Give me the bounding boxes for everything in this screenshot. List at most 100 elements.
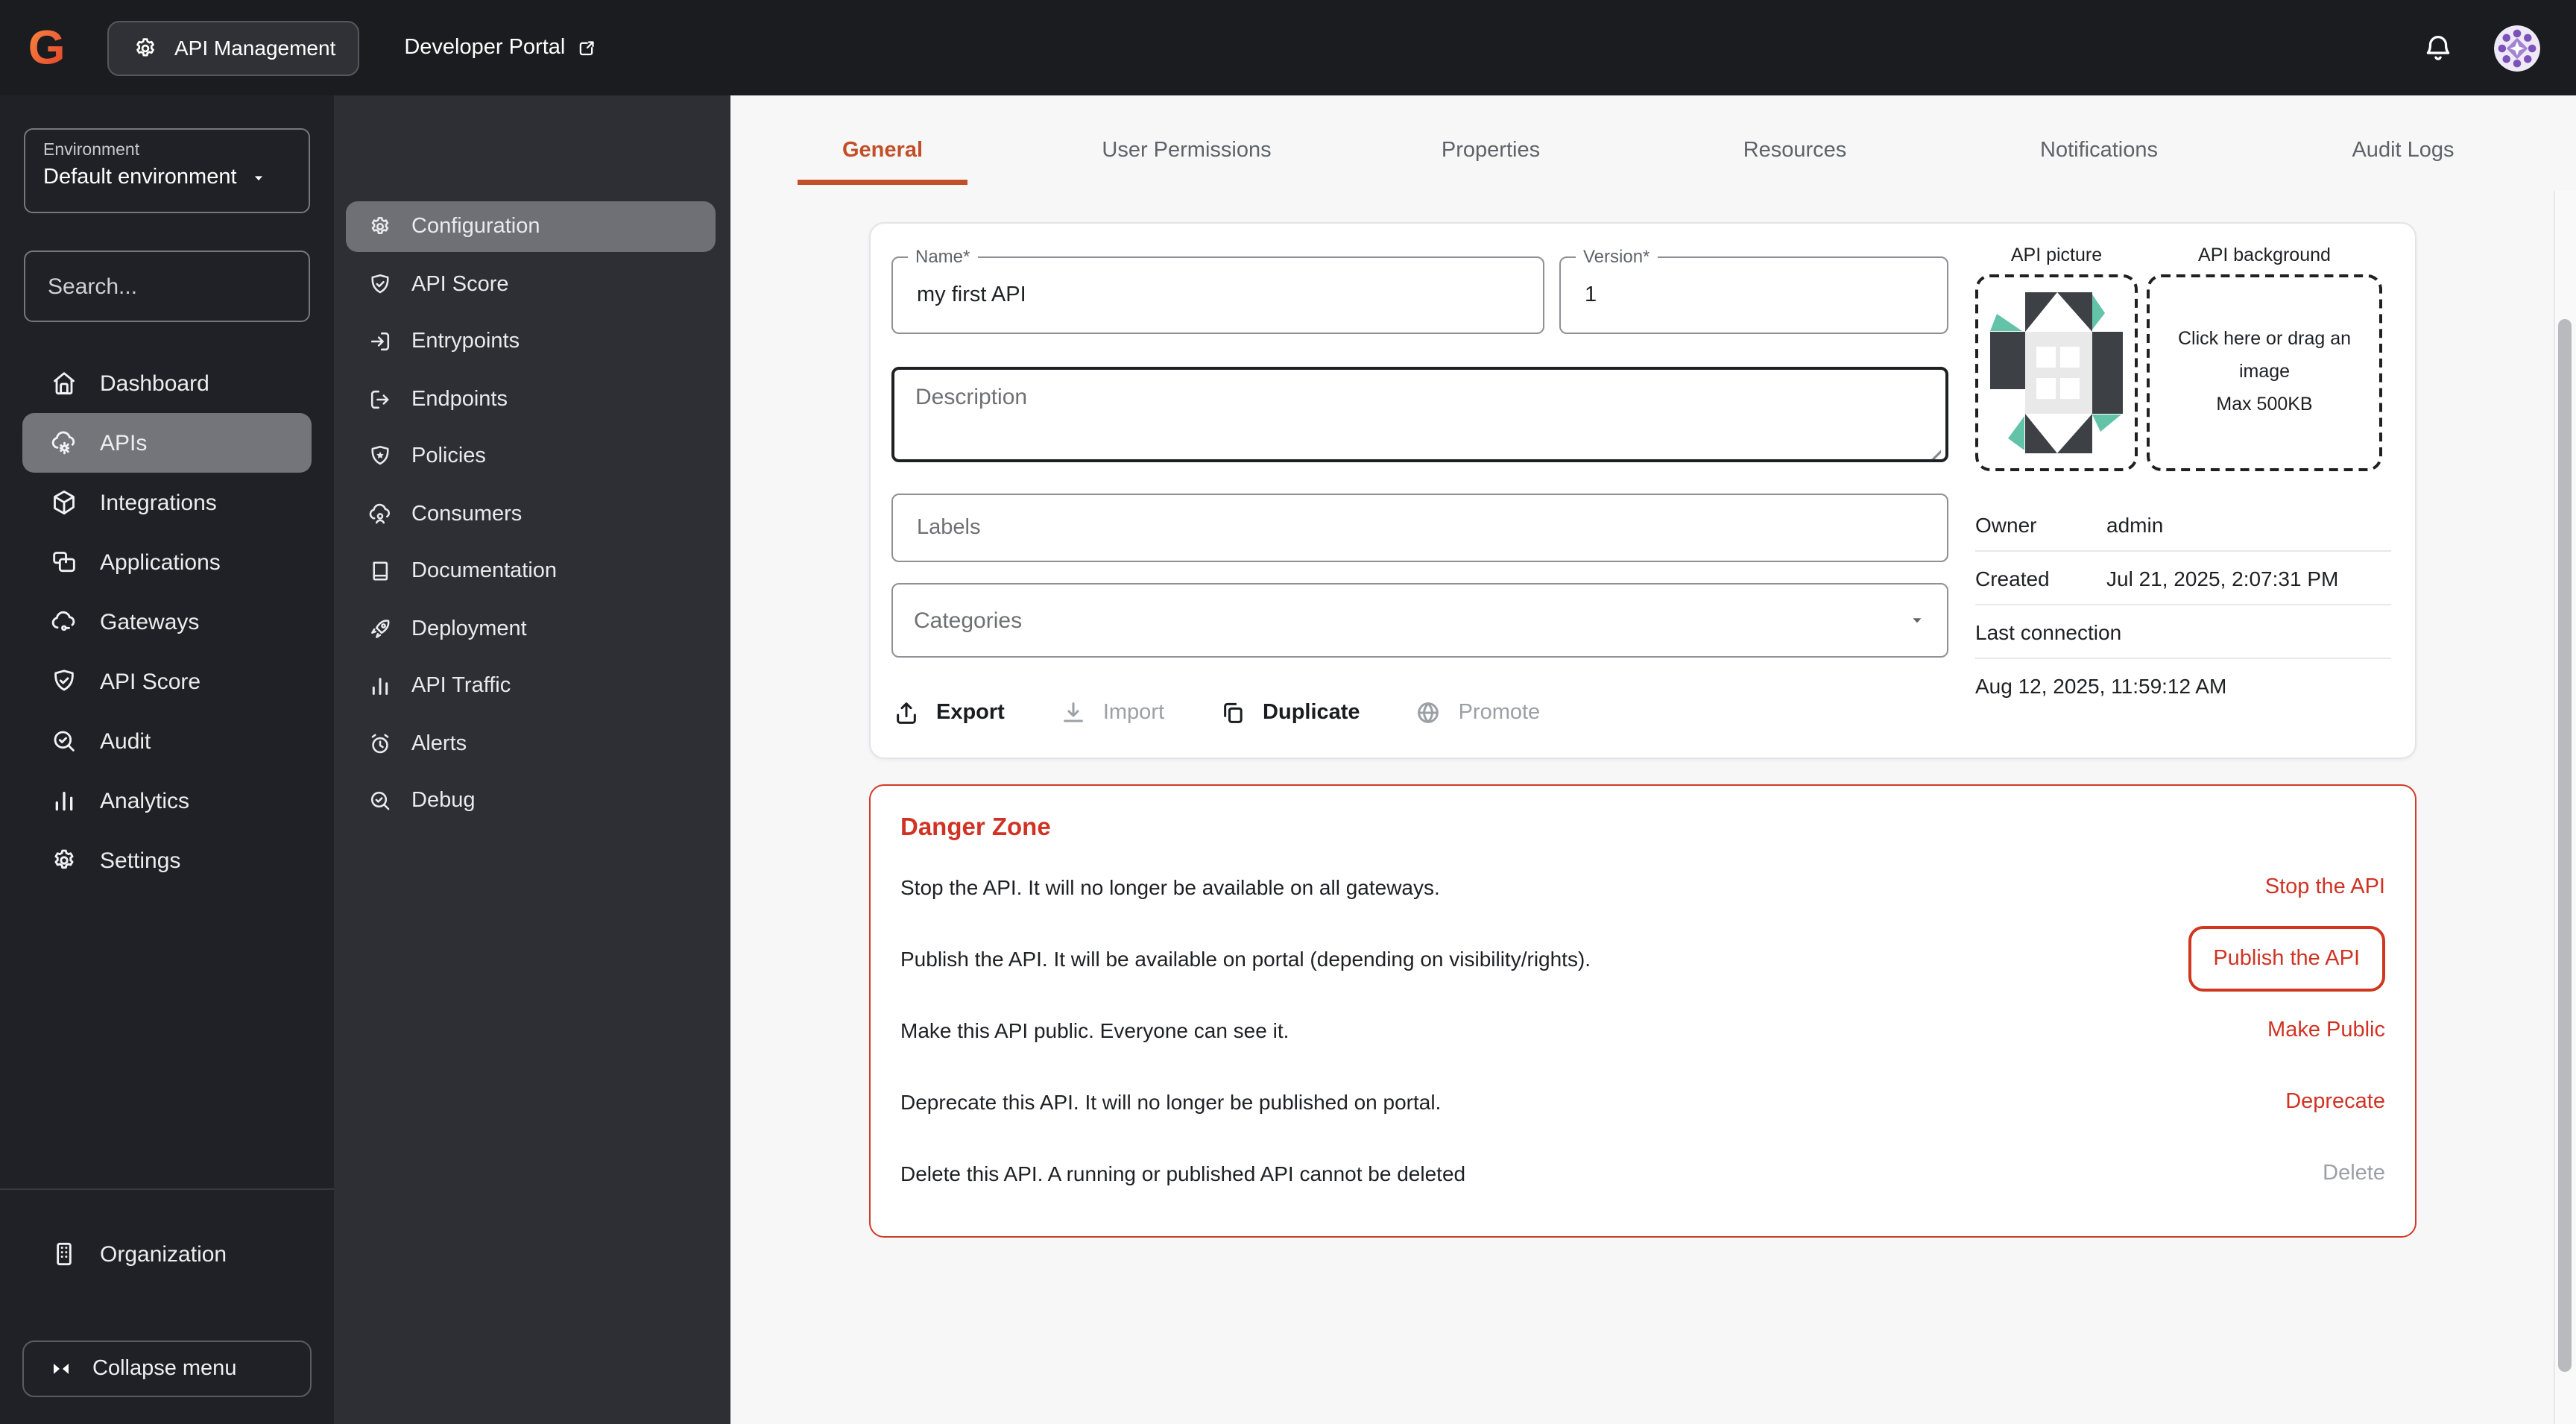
last-connection-value-row: Aug 12, 2025, 11:59:12 AM <box>1975 659 2391 711</box>
user-avatar[interactable] <box>2494 25 2540 71</box>
last-connection-label-row: Last connection <box>1975 605 2391 659</box>
created-row: Created Jul 21, 2025, 2:07:31 PM <box>1975 552 2391 605</box>
sidebar-item-apis[interactable]: APIs <box>22 413 312 473</box>
bar-chart-icon <box>49 786 79 816</box>
sidebar-item-organization[interactable]: Organization <box>22 1224 312 1284</box>
submenu-item-debug[interactable]: Debug <box>346 775 716 826</box>
book-icon <box>367 558 394 585</box>
tab-audit-logs[interactable]: Audit Logs <box>2251 116 2555 185</box>
version-input[interactable] <box>1582 282 1926 309</box>
avatar-identicon-icon <box>2494 25 2540 71</box>
api-background-dropzone[interactable]: Click here or drag an image Max 500KB <box>2147 274 2382 471</box>
name-input[interactable] <box>914 282 1522 309</box>
notifications-bell-icon[interactable] <box>2421 31 2455 65</box>
cloud-icon <box>49 607 79 637</box>
labels-input[interactable] <box>914 514 1926 541</box>
stop-the-api-button[interactable]: Stop the API <box>2265 875 2385 899</box>
submenu-item-consumers[interactable]: Consumers <box>346 488 716 539</box>
exit-icon <box>367 385 394 412</box>
created-value: Jul 21, 2025, 2:07:31 PM <box>2106 566 2391 590</box>
api-details-list: Owner admin Created Jul 21, 2025, 2:07:3… <box>1975 498 2391 711</box>
gravitee-logo-icon: G <box>27 21 75 75</box>
shield-check-icon <box>49 667 79 696</box>
owner-value: admin <box>2106 512 2391 536</box>
sidebar-item-gateways[interactable]: Gateways <box>22 592 312 652</box>
api-picture-image <box>1990 292 2123 453</box>
sidebar-item-analytics[interactable]: Analytics <box>22 771 312 831</box>
version-field-label: Version* <box>1576 246 1657 267</box>
upload-icon <box>891 698 921 728</box>
submenu-item-entrypoints[interactable]: Entrypoints <box>346 316 716 367</box>
sidebar-item-audit[interactable]: Audit <box>22 711 312 771</box>
api-meta-panel: API picture API background <box>1975 245 2391 728</box>
gear-icon <box>49 845 79 875</box>
submenu-item-deployment[interactable]: Deployment <box>346 603 716 654</box>
submenu-item-documentation[interactable]: Documentation <box>346 546 716 596</box>
shield-check-icon <box>367 271 394 297</box>
api-picture-dropzone[interactable] <box>1975 274 2138 471</box>
sidebar-item-api-score[interactable]: API Score <box>22 652 312 711</box>
sidebar-item-integrations[interactable]: Integrations <box>22 473 312 532</box>
publish-the-api-button[interactable]: Publish the API <box>2188 926 2385 992</box>
top-bar: G API Management Developer Portal <box>0 0 2576 95</box>
environment-selector[interactable]: Environment Default environment <box>24 128 310 213</box>
submenu-item-endpoints[interactable]: Endpoints <box>346 374 716 424</box>
submenu-item-api-score[interactable]: API Score <box>346 259 716 309</box>
tab-user-permissions[interactable]: User Permissions <box>1035 116 1339 185</box>
search-check-icon <box>49 726 79 756</box>
last-connection-value: Aug 12, 2025, 11:59:12 AM <box>1975 673 2226 697</box>
submenu-item-policies[interactable]: Policies <box>346 431 716 482</box>
version-field: Version* <box>1559 256 1948 334</box>
sidebar-item-dashboard[interactable]: Dashboard <box>22 353 312 413</box>
duplicate-button[interactable]: Duplicate <box>1218 698 1360 728</box>
app-window: G API Management Developer Portal <box>0 0 2576 1424</box>
alarm-icon <box>367 730 394 757</box>
danger-row-description: Stop the API. It will no longer be avail… <box>900 875 1440 899</box>
api-background-label: API background <box>2147 245 2382 265</box>
danger-zone-row: Publish the API. It will be available on… <box>900 923 2385 995</box>
sidebar-item-applications[interactable]: Applications <box>22 532 312 592</box>
bar-chart-icon <box>367 672 394 699</box>
api-form: Name* Version* Categories <box>891 245 1948 728</box>
cube-icon <box>49 488 79 517</box>
tab-resources[interactable]: Resources <box>1643 116 1947 185</box>
external-link-icon <box>575 37 598 59</box>
sidebar-search <box>24 251 310 322</box>
sidebar-item-settings[interactable]: Settings <box>22 831 312 890</box>
submenu-item-alerts[interactable]: Alerts <box>346 718 716 769</box>
api-actions-row: Export Import Duplicate Promote <box>891 698 1948 728</box>
promote-button[interactable]: Promote <box>1414 698 1541 728</box>
delete-button: Delete <box>2323 1162 2385 1185</box>
categories-select[interactable]: Categories <box>891 583 1948 658</box>
gear-icon <box>131 34 160 62</box>
collapse-icon <box>49 1357 73 1381</box>
developer-portal-link[interactable]: Developer Portal <box>404 36 598 60</box>
organization-label: Organization <box>100 1241 227 1267</box>
api-management-label: API Management <box>174 36 335 60</box>
deprecate-button[interactable]: Deprecate <box>2285 1090 2385 1114</box>
tab-general[interactable]: General <box>730 116 1035 185</box>
submenu-item-api-traffic[interactable]: API Traffic <box>346 661 716 711</box>
description-textarea[interactable] <box>891 367 1948 462</box>
export-button[interactable]: Export <box>891 698 1005 728</box>
name-field: Name* <box>891 256 1544 334</box>
danger-zone-row: Deprecate this API. It will no longer be… <box>900 1066 2385 1138</box>
tab-notifications[interactable]: Notifications <box>1947 116 2251 185</box>
submenu-item-configuration[interactable]: Configuration <box>346 201 716 252</box>
tab-properties[interactable]: Properties <box>1339 116 1643 185</box>
header-actions <box>2421 25 2540 71</box>
shield-star-icon <box>367 443 394 470</box>
import-button[interactable]: Import <box>1058 698 1164 728</box>
rocket-icon <box>367 615 394 642</box>
search-input[interactable] <box>45 272 347 300</box>
name-field-label: Name* <box>908 246 977 267</box>
svg-text:G: G <box>28 21 66 74</box>
make-public-button[interactable]: Make Public <box>2267 1018 2385 1042</box>
collapse-menu-button[interactable]: Collapse menu <box>22 1340 312 1397</box>
scrollbar-thumb[interactable] <box>2558 319 2572 1372</box>
vertical-scrollbar[interactable] <box>2554 191 2576 1424</box>
danger-row-description: Make this API public. Everyone can see i… <box>900 1018 1289 1042</box>
api-management-button[interactable]: API Management <box>107 20 359 75</box>
danger-zone-row: Delete this API. A running or published … <box>900 1138 2385 1209</box>
search-check-icon <box>367 787 394 814</box>
